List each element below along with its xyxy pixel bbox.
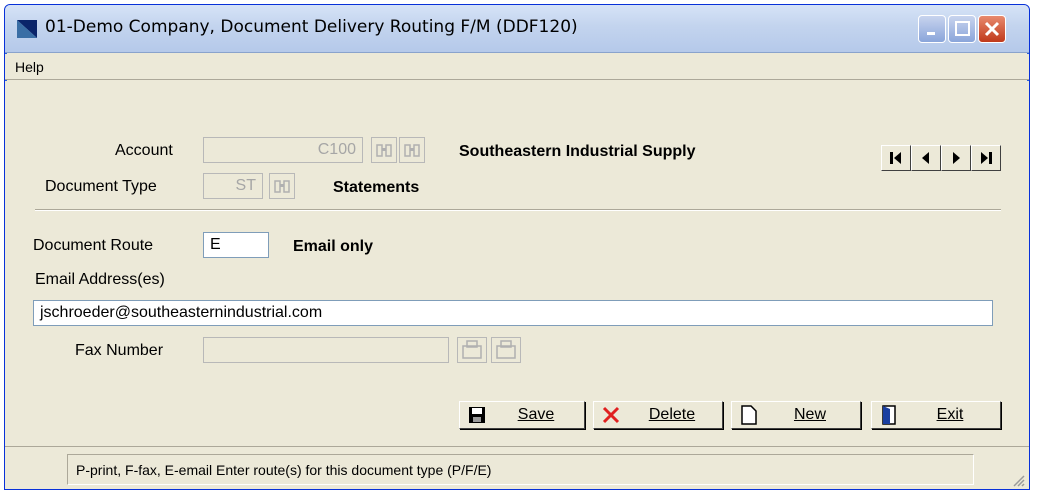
title-bar[interactable]: 01-Demo Company, Document Delivery Routi…	[5, 5, 1029, 53]
blank-document-icon	[741, 405, 757, 425]
app-icon	[17, 20, 37, 38]
previous-record-icon	[922, 152, 929, 164]
exit-button[interactable]: Exit	[871, 401, 1001, 429]
app-window: 01-Demo Company, Document Delivery Routi…	[4, 4, 1030, 490]
exit-label: Exit	[936, 406, 964, 423]
binoculars-icon	[404, 144, 420, 157]
maximize-icon	[955, 21, 970, 36]
account-field[interactable]: C100	[203, 137, 363, 163]
menu-bar: Help	[5, 54, 1029, 80]
account-description: Southeastern Industrial Supply	[459, 143, 696, 160]
close-button[interactable]	[978, 15, 1006, 43]
fax-icon	[462, 340, 482, 359]
document-type-label: Document Type	[45, 178, 157, 195]
maximize-button[interactable]	[948, 15, 976, 43]
fax-label: Fax Number	[75, 342, 164, 359]
next-record-button[interactable]	[941, 145, 971, 171]
last-record-icon	[981, 152, 992, 164]
first-record-icon	[890, 152, 901, 164]
status-message: P-print, F-fax, E-email Enter route(s) f…	[67, 454, 974, 485]
door-icon	[882, 405, 896, 425]
fax-icon	[496, 340, 516, 359]
minimize-button[interactable]	[918, 15, 946, 43]
document-route-label: Document Route	[33, 237, 154, 254]
first-record-button[interactable]	[881, 145, 911, 171]
delete-label: Delete	[648, 406, 696, 423]
document-route-description: Email only	[293, 238, 374, 255]
fax-input[interactable]	[203, 337, 449, 363]
delete-button[interactable]: Delete	[593, 401, 723, 429]
minimize-icon	[927, 32, 935, 35]
red-x-icon	[602, 406, 620, 424]
previous-record-button[interactable]	[911, 145, 941, 171]
account-label: Account	[115, 142, 173, 159]
binoculars-icon	[274, 180, 290, 193]
save-button[interactable]: Save	[459, 401, 585, 429]
last-record-button[interactable]	[971, 145, 1001, 171]
document-type-description: Statements	[333, 179, 420, 196]
close-icon	[984, 21, 1000, 37]
fax-lookup-button[interactable]	[457, 337, 487, 363]
save-label: Save	[517, 406, 555, 423]
status-bar: P-print, F-fax, E-email Enter route(s) f…	[5, 446, 1029, 489]
fax-lookup-button-2[interactable]	[491, 337, 521, 363]
menu-help[interactable]: Help	[15, 59, 44, 75]
window-title: 01-Demo Company, Document Delivery Routi…	[45, 17, 578, 37]
new-label: New	[793, 406, 826, 423]
email-label: Email Address(es)	[35, 271, 165, 288]
document-type-field[interactable]: ST	[203, 173, 263, 199]
document-route-input[interactable]: E	[203, 232, 269, 258]
binoculars-icon	[376, 144, 392, 157]
account-lookup-button[interactable]	[371, 137, 397, 163]
form-area: Account C100 Southeastern Industrial Sup…	[5, 81, 1029, 446]
next-record-icon	[953, 152, 960, 164]
form-separator	[35, 209, 1001, 211]
account-lookup-button-2[interactable]	[399, 137, 425, 163]
new-button[interactable]: New	[731, 401, 861, 429]
email-input[interactable]: jschroeder@southeasternindustrial.com	[33, 300, 993, 326]
resize-grip-icon[interactable]	[1011, 473, 1025, 487]
document-type-lookup-button[interactable]	[269, 173, 295, 199]
record-navigation	[881, 145, 1001, 171]
floppy-disk-icon	[469, 407, 485, 423]
